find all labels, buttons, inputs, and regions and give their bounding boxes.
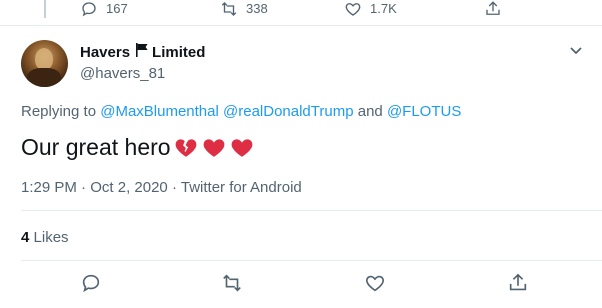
emoji-row [173,134,257,160]
reply-icon [82,274,100,293]
broken-heart-icon [175,139,196,157]
black-flag-icon [134,42,150,64]
retweet-count: 338 [246,1,268,16]
red-heart-icon [203,139,224,157]
tweet-text: Our great hero [21,132,257,162]
retweet-icon [223,274,241,292]
replying-to-line: Replying to @MaxBlumenthal @realDonaldTr… [21,102,461,122]
user-handle[interactable]: @havers_81 [80,64,205,84]
reply-to-mention-1[interactable]: @MaxBlumenthal [100,103,219,120]
meta-separator: · [171,179,177,196]
like-button[interactable] [364,272,386,294]
reply-button[interactable]: 167 [80,0,128,18]
likes-label: Likes [33,229,69,246]
share-button[interactable] [484,0,502,18]
reply-icon [82,2,96,17]
heart-outline-icon [366,275,384,292]
display-name[interactable]: Havers Limited [80,42,205,64]
like-button[interactable]: 1.7K [344,0,397,18]
share-button[interactable] [507,272,529,294]
retweet-icon [221,2,237,16]
likes-count: 4 [21,229,30,246]
thread-connector-line [44,0,46,18]
more-options-button[interactable] [568,42,584,58]
heart-outline-icon [345,3,361,16]
reply-and-word: and [357,103,383,120]
divider [21,260,602,261]
reply-to-mention-3[interactable]: @FLOTUS [387,103,461,120]
tweet-text-content: Our great hero [21,134,171,160]
likes-summary[interactable]: 4 Likes [21,228,69,248]
meta-separator: · [81,179,87,196]
tweet-date[interactable]: Oct 2, 2020 [90,179,168,196]
avatar-body [27,68,61,87]
reply-to-mention-2[interactable]: @realDonaldTrump [223,103,354,120]
red-heart-icon [231,139,252,157]
retweet-button[interactable]: 338 [220,0,268,18]
reply-count: 167 [106,1,128,16]
tweet-detail-page: 167 338 1.7K Havers Limited @havers_81 R… [0,0,602,308]
display-name-second: Limited [152,44,206,61]
chevron-down-icon [570,47,582,55]
like-count: 1.7K [370,1,397,16]
tweet-meta: 1:29 PM · Oct 2, 2020 · Twitter for Andr… [21,178,302,198]
tweet-time[interactable]: 1:29 PM [21,179,77,196]
tweet-actions [0,272,602,298]
reply-button[interactable] [80,272,102,294]
author-info[interactable]: Havers Limited @havers_81 [80,42,205,84]
share-icon [486,1,500,15]
share-icon [509,273,527,291]
retweet-button[interactable] [221,272,243,294]
display-name-first: Havers [80,44,131,61]
divider [0,25,602,26]
avatar[interactable] [21,40,68,87]
tweet-source[interactable]: Twitter for Android [181,179,302,196]
avatar-face [35,48,53,70]
previous-tweet-actions: 167 338 1.7K [80,0,602,20]
divider [21,210,602,211]
replying-prefix: Replying to [21,103,97,120]
